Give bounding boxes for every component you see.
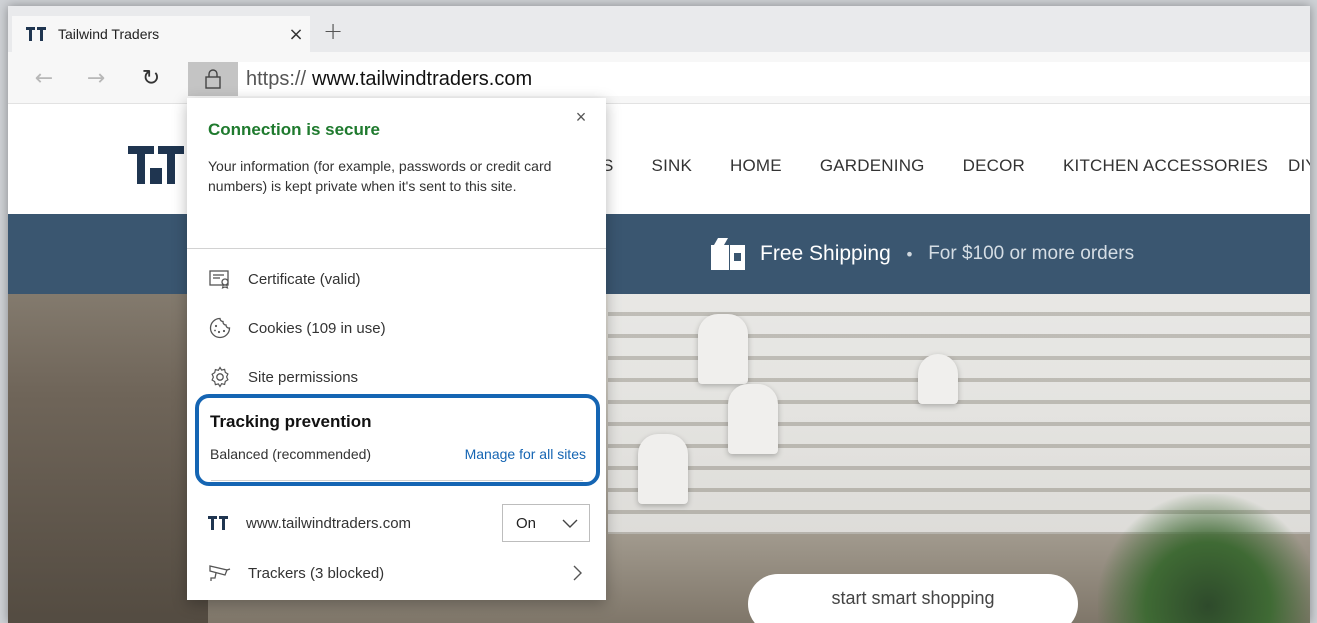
shipping-separator: • [904,244,915,264]
close-icon[interactable]: × [570,106,592,128]
connection-status-title: Connection is secure [208,120,380,139]
lock-icon [205,69,221,89]
refresh-button[interactable]: ↻ [135,62,167,94]
site-logo-icon [128,146,184,184]
nav-item-gardening[interactable]: GARDENING [820,156,925,176]
nav-item-kitchen-accessories[interactable]: KITCHEN ACCESSORIES [1063,156,1268,176]
tracking-toggle-dropdown[interactable]: On [502,504,590,542]
tab-title: Tailwind Traders [58,26,160,42]
start-shopping-button[interactable]: start smart shopping [748,574,1078,623]
site-permissions-item[interactable]: Site permissions [208,362,588,392]
cookies-label: Cookies (109 in use) [248,319,386,337]
address-bar[interactable]: https:// www.tailwindtraders.com [188,62,1310,96]
hero-plant [1098,494,1310,623]
certificate-item[interactable]: Certificate (valid) [208,264,588,294]
cookie-icon [208,316,232,340]
tracking-toggle-value: On [516,514,537,532]
nav-item-home[interactable]: HOME [730,156,782,176]
tab-close-icon[interactable]: × [282,16,310,52]
site-tracking-row: www.tailwindtraders.com On [208,504,590,542]
site-info-popup: × Connection is secure Your information … [187,98,606,600]
divider [211,480,583,481]
site-permissions-label: Site permissions [248,368,359,386]
divider [187,248,606,249]
url-host: www.tailwindtraders.com [312,67,533,90]
new-tab-button[interactable]: + [318,16,348,46]
tab-strip: Tailwind Traders × + [8,6,1310,52]
forward-button[interactable]: → [80,62,112,94]
cookies-item[interactable]: Cookies (109 in use) [208,313,588,343]
tab-tailwind-traders[interactable]: Tailwind Traders × [12,16,310,52]
certificate-icon [208,267,232,291]
site-domain: www.tailwindtraders.com [246,514,412,532]
trackers-label: Trackers (3 blocked) [248,564,385,582]
tracking-prevention-title: Tracking prevention [210,412,372,431]
site-nav: S SINK HOME GARDENING DECOR KITCHEN ACCE… [602,156,1310,176]
url-scheme: https:// [246,67,307,90]
hero-lamp [638,434,688,504]
hero-lamp [728,384,778,454]
nav-item-decor[interactable]: DECOR [963,156,1025,176]
gear-icon [208,365,232,389]
tracking-prevention-section: Tracking prevention Balanced (recommende… [195,394,600,486]
nav-item-diy[interactable]: DIY [1288,156,1310,176]
camera-tracker-icon [209,565,231,581]
site-info-button[interactable] [188,62,238,96]
browser-window: Tailwind Traders × + ← → ↻ https:// www.… [8,6,1310,623]
shipping-box-icon [711,238,745,270]
back-button[interactable]: ← [28,62,60,94]
tailwind-logo-icon [208,516,228,530]
tailwind-logo-icon [26,27,46,41]
chevron-right-icon [573,565,582,581]
chevron-down-icon [562,519,578,528]
shipping-subtitle: For $100 or more orders [928,243,1135,264]
nav-item-sink[interactable]: SINK [652,156,692,176]
toolbar: ← → ↻ https:// www.tailwindtraders.com [8,52,1310,104]
manage-all-sites-link[interactable]: Manage for all sites [465,446,586,462]
trackers-item[interactable]: Trackers (3 blocked) [208,558,588,588]
hero-lamp [918,354,958,404]
hero-lamp [698,314,748,384]
certificate-label: Certificate (valid) [248,270,361,288]
cta-label: start smart shopping [831,588,995,608]
tracking-mode: Balanced (recommended) [210,446,372,462]
connection-description: Your information (for example, passwords… [208,158,552,194]
shipping-title: Free Shipping [760,242,891,265]
